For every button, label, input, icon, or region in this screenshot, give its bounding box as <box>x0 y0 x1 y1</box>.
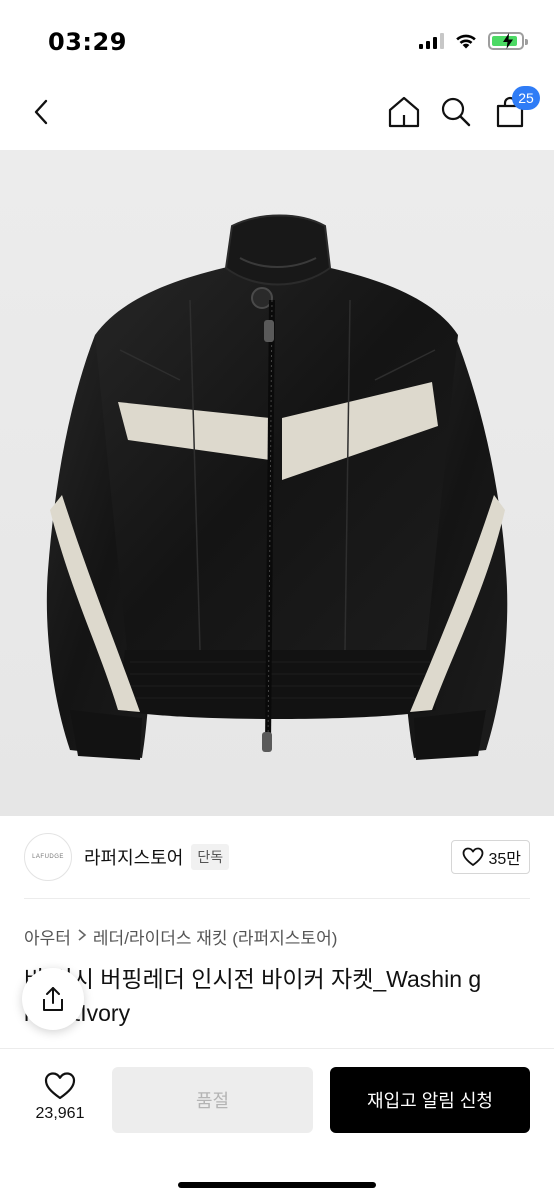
divider <box>24 898 530 899</box>
breadcrumb: 아우터 레더/라이더스 재킷 (라퍼지스토어) <box>24 924 337 949</box>
breadcrumb-category[interactable]: 아우터 <box>24 924 71 949</box>
wishlist-count: 23,961 <box>35 1105 85 1122</box>
share-button[interactable] <box>22 968 84 1030</box>
restock-alert-button[interactable]: 재입고 알림 신청 <box>330 1067 530 1133</box>
heart-icon <box>463 847 484 866</box>
soldout-button[interactable]: 품절 <box>112 1067 313 1133</box>
signal-icon <box>419 33 444 49</box>
brand-like-button[interactable]: 35만 <box>451 840 530 874</box>
share-icon <box>43 987 63 1011</box>
home-button[interactable] <box>384 92 424 132</box>
leather-biker-jacket-photo <box>46 214 508 760</box>
wishlist-button[interactable]: 23,961 <box>20 1071 100 1123</box>
cart-count-badge: 25 <box>512 86 540 110</box>
status-icons <box>419 32 528 50</box>
home-indicator <box>178 1182 376 1188</box>
product-image[interactable] <box>0 150 554 816</box>
wifi-icon <box>456 34 476 49</box>
status-time: 03:29 <box>48 28 127 56</box>
product-title: 바 워시 버핑레더 인시전 바이커 자켓_Washin g lack&Ivory <box>24 966 482 1026</box>
top-nav-bar: 25 <box>0 80 554 150</box>
heart-icon <box>44 1072 76 1100</box>
chevron-right-icon <box>77 928 87 946</box>
breadcrumb-subcategory[interactable]: 레더/라이더스 재킷 (라퍼지스토어) <box>93 924 337 949</box>
exclusive-badge: 단독 <box>191 844 230 870</box>
cart-button[interactable]: 25 <box>490 86 540 132</box>
brand-logo[interactable]: LAFUDGE <box>24 833 72 881</box>
brand-row: LAFUDGE 라퍼지스토어 단독 35만 <box>24 832 530 882</box>
home-icon <box>388 96 420 128</box>
brand-like-count: 35만 <box>488 851 521 868</box>
bottom-action-bar: 23,961 품절 재입고 알림 신청 <box>0 1048 554 1200</box>
brand-name[interactable]: 라퍼지스토어 <box>84 844 183 870</box>
battery-charging-icon <box>488 32 528 50</box>
search-button[interactable] <box>436 92 476 132</box>
back-button[interactable] <box>22 92 62 132</box>
chevron-left-icon <box>34 99 48 125</box>
search-icon <box>441 97 471 127</box>
status-bar: 03:29 <box>0 0 554 80</box>
